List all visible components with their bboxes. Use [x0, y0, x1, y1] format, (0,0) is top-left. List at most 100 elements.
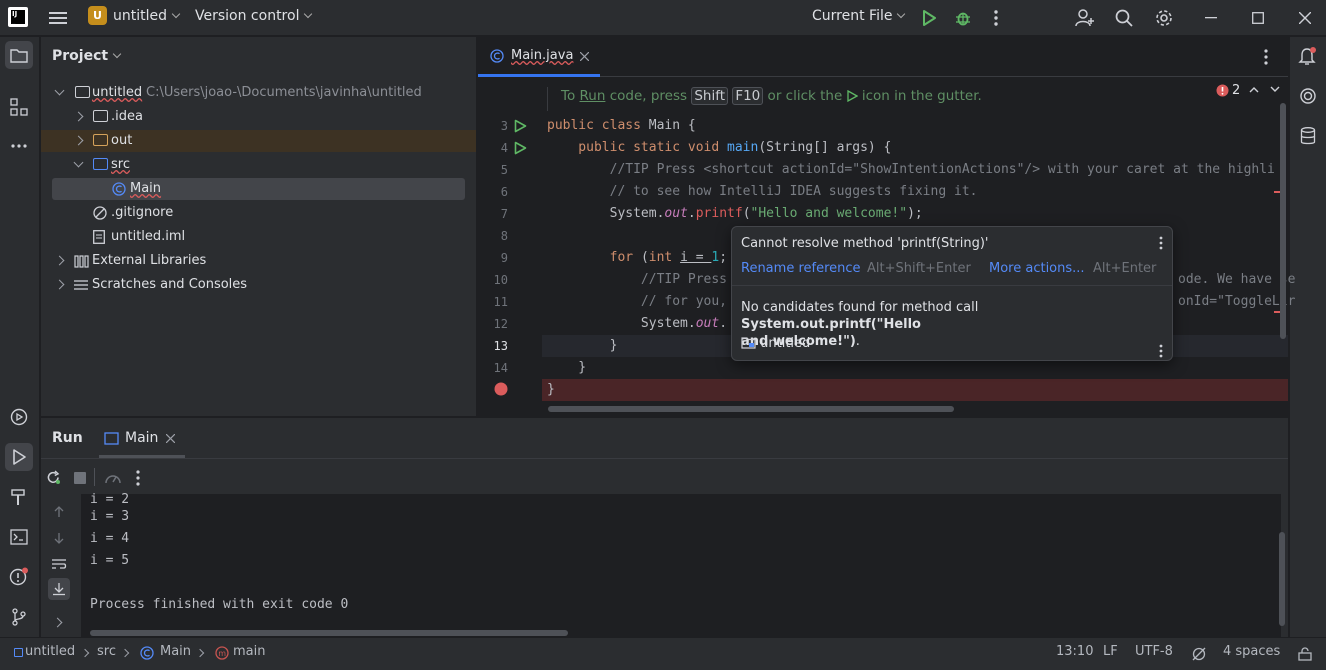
services-tool-icon[interactable] — [5, 403, 33, 431]
main-menu-icon[interactable] — [44, 4, 72, 32]
tree-item-scratches[interactable]: Scratches and Consoles — [41, 274, 476, 296]
code-line[interactable]: } — [547, 357, 586, 379]
tree-item-external-libraries[interactable]: External Libraries — [41, 250, 476, 272]
popup-footer-menu-icon[interactable] — [1159, 344, 1163, 358]
code-line[interactable]: // for you, — [547, 291, 727, 313]
popup-title: Cannot resolve method 'printf(String)' — [741, 236, 989, 251]
tab-main-java[interactable]: Main.java — [478, 37, 600, 77]
project-switcher[interactable]: untitled — [113, 8, 181, 24]
debug-icon[interactable] — [949, 4, 977, 32]
run-main-gutter-icon[interactable] — [514, 141, 527, 155]
next-error-icon[interactable] — [1270, 86, 1280, 93]
code-line[interactable]: public static void main(String[] args) { — [547, 137, 891, 159]
database-icon[interactable] — [1294, 122, 1322, 150]
tree-item-out[interactable]: out — [41, 130, 476, 152]
breadcrumb-item[interactable]: untitled — [25, 644, 75, 659]
breakpoint-icon[interactable] — [494, 382, 508, 396]
code-line[interactable]: //TIP Press <shortcut actionId="ShowInte… — [547, 159, 1275, 181]
line-number: 3 — [500, 119, 508, 133]
tree-item-label: External Libraries — [92, 253, 207, 268]
profiler-icon[interactable] — [104, 470, 122, 486]
scroll-to-end-toggle[interactable] — [48, 578, 70, 600]
indent-setting[interactable]: 4 spaces — [1223, 644, 1280, 659]
tab-options-icon[interactable] — [1264, 49, 1268, 65]
scroll-up-icon[interactable] — [53, 506, 65, 518]
tree-item-src[interactable]: src — [41, 154, 476, 176]
run-class-gutter-icon[interactable] — [514, 119, 527, 133]
tree-item-main[interactable]: Main — [52, 178, 465, 200]
code-line[interactable]: for (int i = 1; — [547, 247, 727, 269]
console-horizontal-scrollbar[interactable] — [90, 630, 568, 636]
code-line[interactable]: //TIP Press — [547, 269, 727, 291]
console-output[interactable]: i = 2 i = 3 i = 4 i = 5 Process finished… — [81, 492, 1285, 638]
soft-wrap-icon[interactable] — [51, 558, 67, 570]
code-line[interactable]: } — [547, 379, 555, 401]
tree-item-label: untitled.iml — [111, 229, 186, 244]
editor-horizontal-scrollbar[interactable] — [548, 406, 954, 412]
notifications-bell-icon[interactable] — [1294, 42, 1322, 70]
popup-module[interactable]: untitled — [741, 336, 810, 351]
tree-item-idea[interactable]: .idea — [41, 106, 476, 128]
add-user-icon[interactable] — [1071, 4, 1099, 32]
code-line[interactable]: } — [547, 335, 618, 357]
structure-tool-icon[interactable] — [5, 93, 33, 121]
tree-item-iml[interactable]: untitled.iml — [41, 226, 476, 248]
module-file-icon — [93, 230, 105, 244]
terminal-tool-icon[interactable] — [5, 523, 33, 551]
lock-icon[interactable] — [1298, 647, 1312, 661]
project-panel-header[interactable]: Project — [52, 48, 122, 64]
run-tool-icon[interactable] — [5, 443, 33, 471]
code-line[interactable]: public class Main { — [547, 115, 696, 137]
more-options-icon[interactable] — [136, 470, 140, 486]
close-icon[interactable] — [1291, 4, 1319, 32]
build-hammer-icon[interactable] — [5, 483, 33, 511]
breadcrumb-item[interactable]: Main — [160, 644, 191, 659]
git-tool-icon[interactable] — [5, 603, 33, 631]
scroll-down-icon[interactable] — [53, 532, 65, 544]
breadcrumb-item[interactable]: main — [233, 644, 265, 659]
run-tab-main[interactable]: Main — [99, 418, 185, 458]
chevron-right-icon[interactable] — [52, 617, 63, 628]
more-actions-link[interactable]: More actions... — [989, 261, 1085, 276]
chevron-down-icon — [54, 85, 65, 96]
tree-item-untitled[interactable]: untitled C:\Users\joao-\Documents\javinh… — [41, 82, 476, 104]
project-badge[interactable]: U — [88, 6, 107, 25]
editor-vertical-scrollbar[interactable] — [1280, 103, 1286, 339]
tree-item-gitignore[interactable]: .gitignore — [41, 202, 476, 224]
folder-icon — [93, 110, 108, 122]
version-control-menu[interactable]: Version control — [195, 8, 313, 24]
stop-icon[interactable] — [74, 472, 86, 484]
more-tools-icon[interactable] — [5, 132, 33, 160]
intellij-logo-icon[interactable]: IJ _ — [8, 7, 28, 27]
caret-position[interactable]: 13:10 — [1056, 644, 1093, 659]
breadcrumb-separator-icon — [120, 648, 130, 658]
maximize-icon[interactable] — [1244, 4, 1272, 32]
minimize-icon[interactable] — [1197, 4, 1225, 32]
run-icon[interactable] — [915, 4, 943, 32]
previous-error-icon[interactable] — [1249, 86, 1259, 93]
console-vertical-scrollbar[interactable] — [1279, 532, 1285, 626]
tree-item-label: .gitignore — [111, 205, 174, 220]
popup-menu-icon[interactable] — [1159, 236, 1163, 250]
breadcrumb-item[interactable]: src — [97, 644, 116, 659]
project-tool-icon[interactable] — [5, 41, 33, 69]
rerun-icon[interactable] — [46, 470, 61, 485]
search-icon[interactable] — [1110, 4, 1138, 32]
code-line[interactable]: System.out.printf("Hello and welcome!"); — [547, 203, 923, 225]
error-count: 2 — [1232, 83, 1241, 98]
ai-assistant-icon[interactable] — [1294, 82, 1322, 110]
readonly-toggle-icon[interactable] — [1192, 647, 1206, 661]
rename-reference-link[interactable]: Rename reference — [741, 261, 861, 276]
close-tab-icon[interactable] — [166, 434, 175, 443]
problems-tool-icon[interactable] — [5, 563, 33, 591]
file-encoding[interactable]: UTF-8 — [1135, 644, 1173, 659]
code-line[interactable]: // to see how IntelliJ IDEA suggests fix… — [547, 181, 978, 203]
line-separator[interactable]: LF — [1103, 644, 1118, 659]
code-line[interactable]: System.out. — [547, 313, 727, 335]
run-panel-title: Run — [52, 430, 83, 446]
run-hint-link[interactable]: Run — [580, 88, 606, 104]
settings-gear-icon[interactable] — [1150, 4, 1178, 32]
run-config-selector[interactable]: Current File — [812, 8, 906, 24]
more-actions-icon[interactable] — [982, 4, 1010, 32]
close-tab-icon[interactable] — [580, 52, 589, 61]
